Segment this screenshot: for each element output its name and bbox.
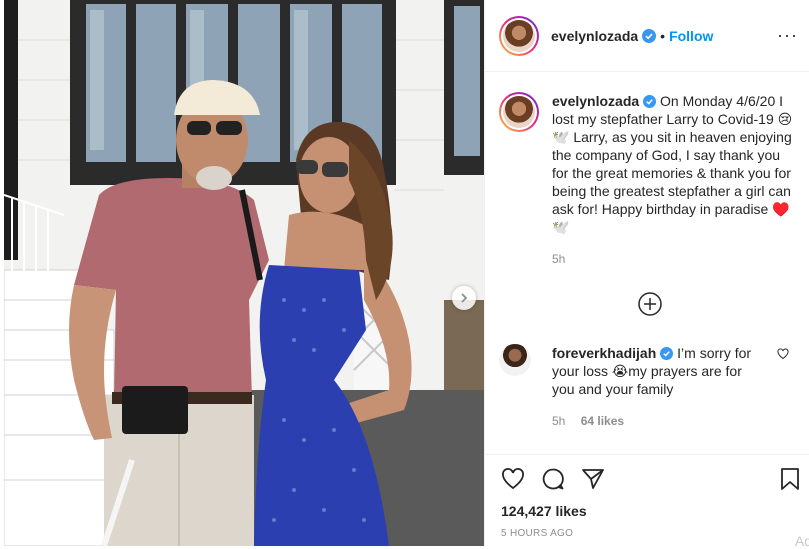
more-options-button[interactable]: ··· (777, 25, 798, 46)
load-more-comments-button[interactable] (638, 292, 662, 316)
heart-icon (502, 468, 524, 490)
avatar[interactable] (503, 19, 535, 52)
comments-area: evelynlozada On Monday 4/6/20 I lost my … (485, 72, 809, 453)
post-photo[interactable] (4, 0, 484, 546)
comment-button[interactable] (541, 467, 565, 496)
commenter-avatar[interactable] (499, 344, 531, 376)
share-icon (582, 469, 604, 489)
separator-dot: • (660, 27, 666, 44)
post-header: evelynlozada • Follow ··· (485, 0, 809, 72)
caption-username[interactable]: evelynlozada (552, 93, 639, 109)
comment-item: foreverkhadijah I’m sorry for your loss … (499, 344, 799, 430)
comment-time[interactable]: 5h (552, 414, 565, 428)
caption-time[interactable]: 5h (552, 250, 799, 268)
header-username[interactable]: evelynlozada (551, 28, 638, 44)
add-comment-hint[interactable]: Ad (795, 533, 809, 549)
plus-icon (638, 292, 662, 316)
photo-image (4, 0, 484, 546)
likes-count[interactable]: 124,427 likes (501, 503, 587, 519)
comment-username[interactable]: foreverkhadijah (552, 345, 656, 361)
comment-likes[interactable]: 64 likes (581, 414, 624, 428)
story-ring[interactable] (499, 15, 539, 56)
caption-story-ring[interactable] (499, 92, 539, 132)
save-button[interactable] (778, 467, 802, 496)
post-details-panel: evelynlozada • Follow ··· evelynlozada O… (484, 0, 809, 549)
chevron-right-icon (461, 293, 468, 303)
comment-heart-icon[interactable] (777, 348, 789, 360)
bookmark-icon (781, 468, 799, 490)
caption-text: On Monday 4/6/20 I lost my stepfather La… (552, 93, 793, 235)
caption: evelynlozada On Monday 4/6/20 I lost my … (499, 92, 799, 268)
verified-icon (660, 347, 674, 360)
posted-time[interactable]: 5 HOURS AGO (501, 528, 573, 539)
comment-icon (542, 468, 564, 490)
next-photo-button[interactable] (452, 286, 476, 310)
like-button[interactable] (501, 467, 525, 496)
share-button[interactable] (581, 467, 605, 496)
follow-button[interactable]: Follow (669, 28, 713, 44)
caption-avatar[interactable] (503, 96, 535, 128)
actions-bar: 124,427 likes 5 HOURS AGO Ad (485, 454, 809, 549)
comment-meta: 5h 64 likes (552, 412, 767, 430)
verified-icon (642, 28, 657, 43)
verified-icon (643, 95, 657, 108)
